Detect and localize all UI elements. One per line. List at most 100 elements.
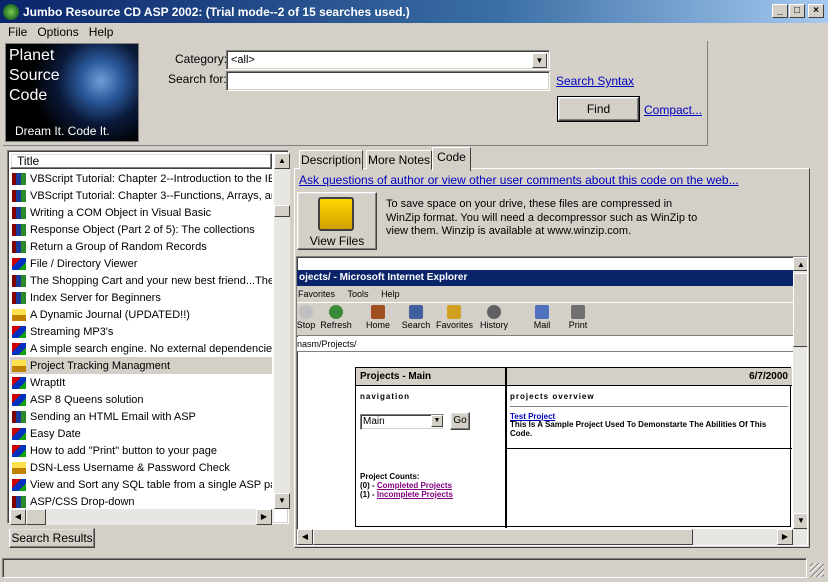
search-results-tab-label: Search Results [11, 531, 93, 545]
list-item[interactable]: Easy Date [10, 425, 272, 442]
menu-help[interactable]: Help [85, 25, 118, 39]
overview-bottom-line [507, 448, 792, 449]
logo-line1: Planet [9, 47, 55, 64]
maximize-button[interactable]: □ [789, 4, 805, 18]
package-icon [12, 461, 26, 474]
ie-titlebar: ojects/ - Microsoft Internet Explorer [297, 270, 807, 286]
overview-label: projects overview [510, 392, 595, 401]
shapes-icon [12, 393, 26, 406]
list-item[interactable]: WraptIt [10, 374, 272, 391]
books-icon [12, 223, 26, 236]
list-horizontal-scrollbar[interactable]: ◀ ▶ [10, 509, 274, 525]
list-item-label: VBScript Tutorial: Chapter 2--Introducti… [30, 172, 272, 185]
list-item-label: How to add "Print" button to your page [30, 444, 217, 457]
ask-questions-link[interactable]: Ask questions of author or view other us… [299, 173, 739, 187]
view-files-label: View Files [309, 234, 365, 248]
column-header-title[interactable]: Title [10, 153, 272, 169]
nav-label: navigation [360, 392, 411, 401]
count2-prefix: (1) - [360, 490, 377, 499]
view-files-button[interactable]: View Files [297, 192, 377, 250]
scroll-left-arrow[interactable]: ◀ [10, 509, 26, 525]
list-item[interactable]: Response Object (Part 2 of 5): The colle… [10, 221, 272, 238]
project-select-value: Main [363, 416, 385, 427]
search-results-tab[interactable]: Search Results [9, 528, 95, 548]
search-syntax-link[interactable]: Search Syntax [556, 74, 634, 88]
list-item-label: Return a Group of Random Records [30, 240, 207, 253]
list-item[interactable]: Sending an HTML Email with ASP [10, 408, 272, 425]
list-item[interactable]: DSN-Less Username & Password Check [10, 459, 272, 476]
projects-header: Projects - Main 6/7/2000 [356, 368, 792, 386]
books-icon [12, 172, 26, 185]
logo-line2: Source [9, 67, 60, 84]
list-item-label: File / Directory Viewer [30, 257, 138, 270]
ie-toolbar-label: Home [365, 320, 390, 330]
list-item[interactable]: A Dynamic Journal (UPDATED!!) [10, 306, 272, 323]
minimize-button[interactable]: _ [772, 4, 788, 18]
ie-addressbar: nasm/Projects/ [297, 337, 807, 352]
list-item[interactable]: VBScript Tutorial: Chapter 2--Introducti… [10, 170, 272, 187]
close-button[interactable]: × [808, 4, 824, 18]
chevron-down-icon[interactable]: ▼ [532, 53, 547, 68]
projects-date: 6/7/2000 [749, 371, 788, 382]
category-select[interactable]: <all> ▼ [226, 50, 550, 70]
list-item[interactable]: Project Tracking Managment [10, 357, 272, 374]
list-item[interactable]: A simple search engine. No external depe… [10, 340, 272, 357]
ie-scroll-up-arrow: ▲ [793, 257, 807, 271]
tab-more-notes[interactable]: More Notes [366, 150, 432, 170]
scroll-right-arrow[interactable]: ▶ [256, 509, 272, 525]
winzip-icon [318, 197, 354, 231]
ie-menu-tools: Tools [347, 289, 369, 299]
logo-line3: Code [9, 87, 48, 104]
history-icon [487, 305, 501, 319]
compression-notice: To save space on your drive, these files… [386, 198, 698, 237]
app-icon[interactable] [3, 3, 19, 20]
hscroll-thumb[interactable] [26, 509, 46, 525]
ie-toolbar-history: History [476, 305, 512, 330]
compact-link[interactable]: Compact... [644, 103, 702, 117]
books-icon [12, 240, 26, 253]
list-item[interactable]: ASP/CSS Drop-down [10, 493, 272, 510]
scroll-up-arrow[interactable]: ▲ [274, 153, 290, 169]
list-item[interactable]: VBScript Tutorial: Chapter 3--Functions,… [10, 187, 272, 204]
shapes-icon [12, 444, 26, 457]
ie-menu-help: Help [381, 289, 400, 299]
list-item-label: View and Sort any SQL table from a singl… [30, 478, 272, 491]
ie-scroll-down-arrow: ▼ [793, 513, 807, 529]
list-item[interactable]: ASP 8 Queens solution [10, 391, 272, 408]
list-item-label: Response Object (Part 2 of 5): The colle… [30, 223, 255, 236]
menu-options[interactable]: Options [33, 25, 82, 39]
books-icon [12, 189, 26, 202]
go-button: Go [450, 412, 470, 430]
list-item-label: Writing a COM Object in Visual Basic [30, 206, 212, 219]
ie-scroll-right-arrow: ▶ [777, 529, 793, 545]
results-list[interactable]: Title VBScript Tutorial: Chapter 2--Intr… [7, 150, 290, 525]
list-item[interactable]: How to add "Print" button to your page [10, 442, 272, 459]
find-button[interactable]: Find [557, 96, 640, 122]
search-input[interactable] [226, 71, 550, 91]
list-item[interactable]: Streaming MP3's [10, 323, 272, 340]
list-item[interactable]: View and Sort any SQL table from a singl… [10, 476, 272, 493]
tab-description[interactable]: Description [299, 150, 363, 170]
list-item[interactable]: The Shopping Cart and your new best frie… [10, 272, 272, 289]
scroll-down-arrow[interactable]: ▼ [274, 493, 290, 509]
category-value: <all> [231, 54, 255, 66]
code-screenshot-frame[interactable]: ojects/ - Microsoft Internet Explorer Fa… [296, 256, 808, 546]
list-item[interactable]: File / Directory Viewer [10, 255, 272, 272]
scroll-thumb[interactable] [274, 205, 290, 217]
title-bar[interactable]: Jumbo Resource CD ASP 2002: (Trial mode-… [0, 0, 828, 23]
shapes-icon [12, 478, 26, 491]
tab-code[interactable]: Code [432, 147, 471, 171]
list-item[interactable]: Writing a COM Object in Visual Basic [10, 204, 272, 221]
ie-hscroll-thumb [313, 529, 693, 545]
test-project-desc: This Is A Sample Project Used To Demonst… [510, 420, 767, 438]
menu-file[interactable]: File [4, 25, 31, 39]
list-item[interactable]: Index Server for Beginners [10, 289, 272, 306]
resize-grip[interactable] [810, 563, 824, 577]
package-icon [12, 308, 26, 321]
ie-toolbar-label: Mail [533, 320, 551, 330]
logo-tagline: Dream It. Code It. [15, 124, 110, 138]
window-title: Jumbo Resource CD ASP 2002: (Trial mode-… [23, 4, 410, 19]
list-item[interactable]: Return a Group of Random Records [10, 238, 272, 255]
list-vertical-scrollbar[interactable]: ▲ ▼ [274, 153, 290, 509]
list-item-label: WraptIt [30, 376, 66, 389]
